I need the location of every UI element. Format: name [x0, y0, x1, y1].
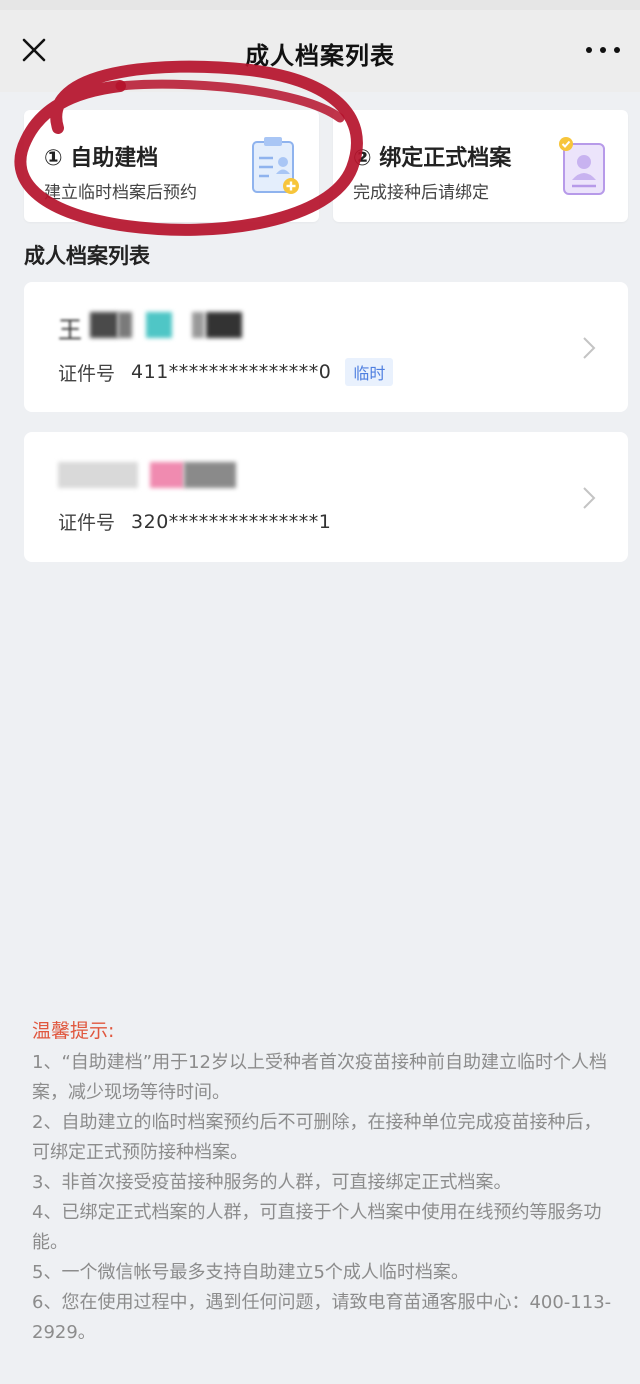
entry-cards: ① 自助建档 建立临时档案后预约 ② 绑定正式档案 完成接种后请绑定 — [24, 110, 628, 222]
record-id: 证件号 320***************1 — [58, 508, 331, 535]
tips-title: 温馨提示: — [32, 1020, 115, 1042]
tip-line: 6、您在使用过程中，遇到任何问题，请致电育苗通客服中心：400-113-2929… — [32, 1292, 612, 1343]
record-name — [58, 454, 278, 494]
more-menu-icon[interactable] — [586, 40, 620, 60]
bind-archive-title: ② 绑定正式档案 — [353, 146, 512, 171]
record-card[interactable]: 证件号 320***************1 — [24, 432, 628, 562]
id-label: 证件号 — [58, 362, 116, 385]
status-bar — [0, 0, 640, 10]
tip-line: 4、已绑定正式档案的人群，可直接于个人档案中使用在线预约等服务功能。 — [32, 1202, 602, 1253]
section-title: 成人档案列表 — [24, 244, 150, 268]
tip-line: 5、一个微信帐号最多支持自助建立5个成人临时档案。 — [32, 1262, 469, 1283]
clipboard-add-icon — [252, 137, 299, 194]
bind-archive-subtitle: 完成接种后请绑定 — [353, 183, 489, 203]
chevron-right-icon — [583, 487, 596, 509]
temporary-badge: 临时 — [345, 358, 394, 386]
navigation-bar: 成人档案列表 — [0, 0, 640, 92]
self-register-card[interactable]: ① 自助建档 建立临时档案后预约 — [24, 110, 319, 222]
self-register-subtitle: 建立临时档案后预约 — [44, 183, 197, 203]
record-name-text: 王 — [58, 316, 82, 344]
record-card[interactable]: 王 证件号 411***************0 临时 — [24, 282, 628, 412]
tip-line: 2、自助建立的临时档案预约后不可删除，在接种单位完成疫苗接种后，可绑定正式预防接… — [32, 1112, 602, 1163]
id-label: 证件号 — [58, 512, 116, 534]
bind-archive-card[interactable]: ② 绑定正式档案 完成接种后请绑定 — [333, 110, 628, 222]
record-name: 王 — [58, 304, 278, 344]
chevron-right-icon — [583, 337, 596, 359]
id-value: 411***************0 — [131, 361, 332, 383]
record-id: 证件号 411***************0 临时 — [58, 358, 394, 386]
self-register-title: ① 自助建档 — [44, 146, 159, 171]
id-value: 320***************1 — [131, 510, 332, 533]
tip-line: 3、非首次接受疫苗接种服务的人群，可直接绑定正式档案。 — [32, 1172, 512, 1193]
page-title: 成人档案列表 — [245, 42, 395, 70]
id-card-icon — [559, 137, 605, 195]
tips-section: 温馨提示: 1、“自助建档”用于12岁以上受种者首次疫苗接种前自助建立临时个人档… — [32, 1016, 612, 1348]
tip-line: 1、“自助建档”用于12岁以上受种者首次疫苗接种前自助建立临时个人档案，减少现场… — [32, 1052, 608, 1103]
